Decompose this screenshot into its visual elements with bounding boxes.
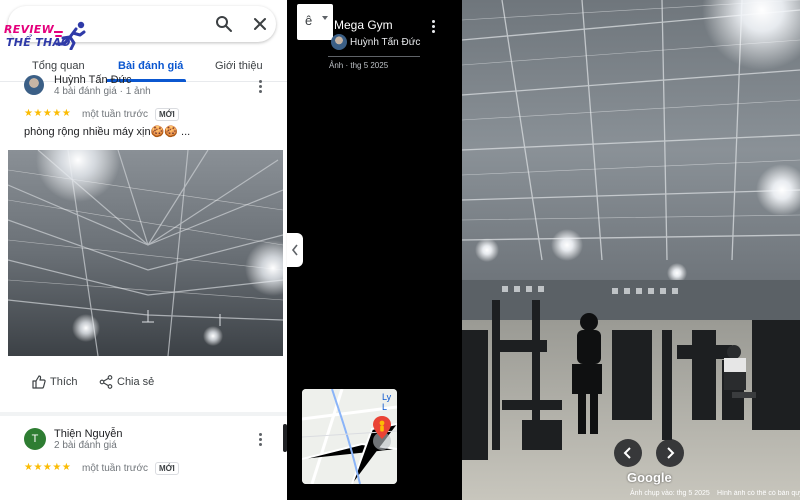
chevron-left-icon: [623, 447, 631, 459]
share-icon: [99, 375, 113, 389]
tab-reviews[interactable]: Bài đánh giá: [118, 60, 183, 72]
main-photo-viewer[interactable]: [462, 0, 800, 500]
review-text[interactable]: phòng rộng nhiều máy xịn🍪🍪 ...: [24, 125, 190, 138]
input-tools-button[interactable]: ê: [297, 4, 333, 40]
search-icon[interactable]: [214, 14, 234, 34]
map-pin-icon: [373, 416, 391, 439]
language-glyph: ê: [305, 13, 313, 28]
more-vert-icon[interactable]: [257, 433, 263, 447]
like-label: Thích: [50, 376, 78, 388]
gym-interior-photo: [462, 0, 800, 500]
reviewer-name[interactable]: Thiện Nguyễn: [54, 428, 123, 440]
place-tabs: Tổng quan Bài đánh giá Giới thiệu: [0, 52, 287, 82]
reviewer-meta: 2 bài đánh giá: [54, 440, 117, 451]
close-icon[interactable]: [250, 14, 270, 34]
thumb-up-icon: [32, 375, 46, 389]
minimap[interactable]: Ly L: [302, 389, 397, 484]
tab-overview[interactable]: Tổng quan: [32, 60, 85, 72]
place-side-panel: REVIEW THỂ THAO Tổng quan Bài đánh giá G…: [0, 0, 287, 500]
copyright-note[interactable]: Hình ảnh có thể có bản quyền: [717, 490, 800, 497]
chevron-right-icon: [667, 447, 675, 459]
tab-about[interactable]: Giới thiệu: [215, 60, 263, 72]
chevron-left-icon: [291, 244, 298, 256]
previous-photo-button[interactable]: [614, 439, 642, 467]
reviewer-avatar[interactable]: [24, 75, 44, 95]
review-photo[interactable]: [8, 150, 283, 356]
star-rating: ★★★★★: [24, 462, 72, 473]
next-photo-button[interactable]: [656, 439, 684, 467]
runner-icon: [54, 21, 86, 50]
reviewer-name[interactable]: Huỳnh Tấn Đức: [54, 74, 131, 86]
review-time: một tuần trước: [82, 463, 149, 474]
google-logo: Google: [627, 470, 672, 485]
review-time: một tuần trước: [82, 109, 149, 120]
gym-ceiling-photo: [8, 150, 283, 356]
reviewer-meta: 4 bài đánh giá · 1 ảnh: [54, 86, 151, 97]
new-badge: MỚI: [155, 462, 179, 475]
contributor-name[interactable]: Huỳnh Tấn Đức: [350, 37, 420, 48]
place-title[interactable]: Mega Gym: [334, 18, 393, 32]
share-label: Chia sẻ: [117, 376, 155, 388]
more-vert-icon[interactable]: [430, 20, 436, 34]
capture-date: Ảnh chụp vào: thg 5 2025: [630, 490, 710, 497]
new-badge: MỚI: [155, 108, 179, 121]
more-vert-icon[interactable]: [257, 80, 263, 94]
star-rating: ★★★★★: [24, 108, 72, 119]
contributor-avatar[interactable]: [331, 34, 347, 50]
photo-date: Ảnh · thg 5 2025: [329, 61, 389, 70]
minimap-road-label: Ly L: [382, 392, 392, 412]
review-the-thao-logo: REVIEW THỂ THAO: [4, 20, 92, 54]
collapse-panel-button[interactable]: [287, 233, 303, 267]
logo-line-1: REVIEW: [4, 23, 55, 36]
dropdown-caret-icon: [322, 16, 328, 20]
header-divider: [328, 56, 420, 57]
reviewer-avatar[interactable]: T: [24, 428, 46, 450]
review-divider: [0, 412, 287, 416]
